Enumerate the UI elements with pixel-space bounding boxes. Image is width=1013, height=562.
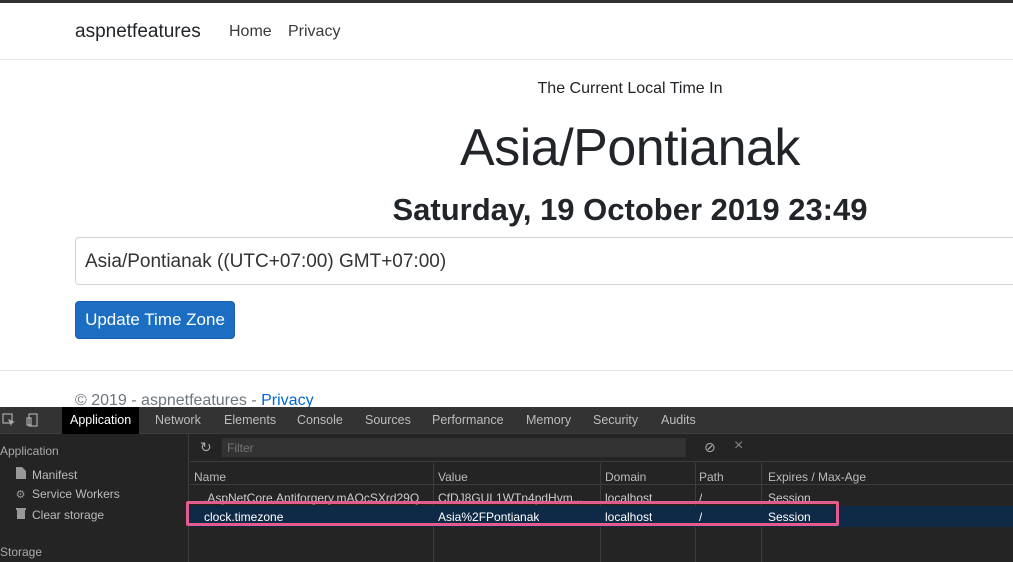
devtools-tab-sources[interactable]: Sources bbox=[357, 407, 419, 434]
site-brand-link[interactable]: aspnetfeatures bbox=[75, 21, 201, 43]
devtools-panel: Application Network Elements Console Sou… bbox=[0, 407, 1013, 562]
sidebar-item-service-workers[interactable]: ⚙ Service Workers bbox=[14, 487, 120, 501]
sidebar-item-manifest[interactable]: Manifest bbox=[14, 467, 77, 482]
file-icon bbox=[14, 467, 27, 482]
devtools-tab-performance[interactable]: Performance bbox=[424, 407, 512, 434]
devtools-tab-console[interactable]: Console bbox=[289, 407, 351, 434]
nav-link-home[interactable]: Home bbox=[229, 23, 272, 41]
devtools-tab-application[interactable]: Application bbox=[62, 407, 140, 434]
cookies-panel: ↻ ⊘ × Name Value Domain Path Expires / M… bbox=[190, 434, 1013, 562]
devtools-tab-audits[interactable]: Audits bbox=[653, 407, 704, 434]
highlight-annotation-box bbox=[186, 501, 839, 526]
sidebar-item-label: Manifest bbox=[32, 468, 78, 482]
column-header-value[interactable]: Value bbox=[438, 470, 468, 484]
sidebar-heading-application: Application bbox=[0, 444, 59, 458]
column-header-path[interactable]: Path bbox=[699, 470, 724, 484]
cookies-filter-input[interactable] bbox=[222, 438, 686, 457]
application-sidebar: Application Manifest ⚙ Service Workers Cl… bbox=[0, 434, 189, 562]
site-navbar: aspnetfeatures Home Privacy bbox=[0, 3, 1013, 60]
update-time-zone-button[interactable]: Update Time Zone bbox=[75, 301, 235, 339]
gear-icon: ⚙ bbox=[15, 489, 26, 501]
timezone-heading: Asia/Pontianak bbox=[460, 119, 800, 177]
cookies-filter-bar: ↻ ⊘ × bbox=[190, 434, 1013, 462]
devtools-tab-elements[interactable]: Elements bbox=[216, 407, 284, 434]
sidebar-item-label: Clear storage bbox=[32, 508, 105, 522]
devtools-tab-network[interactable]: Network bbox=[147, 407, 209, 434]
column-header-name[interactable]: Name bbox=[194, 470, 226, 484]
devtools-toolbar: Application Network Elements Console Sou… bbox=[0, 407, 1013, 434]
refresh-icon[interactable]: ↻ bbox=[200, 439, 212, 456]
sidebar-heading-storage: Storage bbox=[0, 545, 43, 559]
header-divider bbox=[190, 484, 1013, 485]
nav-link-privacy[interactable]: Privacy bbox=[288, 23, 340, 41]
footer-divider bbox=[0, 370, 1013, 371]
sidebar-item-label: Service Workers bbox=[32, 487, 120, 501]
page-subtitle: The Current Local Time In bbox=[537, 80, 723, 97]
trash-icon bbox=[14, 507, 27, 522]
sidebar-item-clear-storage[interactable]: Clear storage bbox=[14, 507, 104, 522]
clear-all-icon[interactable]: ⊘ bbox=[704, 439, 716, 456]
column-header-expires[interactable]: Expires / Max-Age bbox=[768, 470, 866, 484]
current-datetime: Saturday, 19 October 2019 23:49 bbox=[392, 192, 868, 227]
column-header-domain[interactable]: Domain bbox=[605, 470, 646, 484]
device-toolbar-icon[interactable] bbox=[26, 413, 40, 427]
timezone-select[interactable]: Asia/Pontianak ((UTC+07:00) GMT+07:00) bbox=[75, 237, 1013, 285]
delete-selected-icon[interactable]: × bbox=[734, 437, 743, 455]
inspect-element-icon[interactable] bbox=[2, 413, 16, 427]
devtools-tab-memory[interactable]: Memory bbox=[518, 407, 579, 434]
devtools-tab-security[interactable]: Security bbox=[585, 407, 646, 434]
